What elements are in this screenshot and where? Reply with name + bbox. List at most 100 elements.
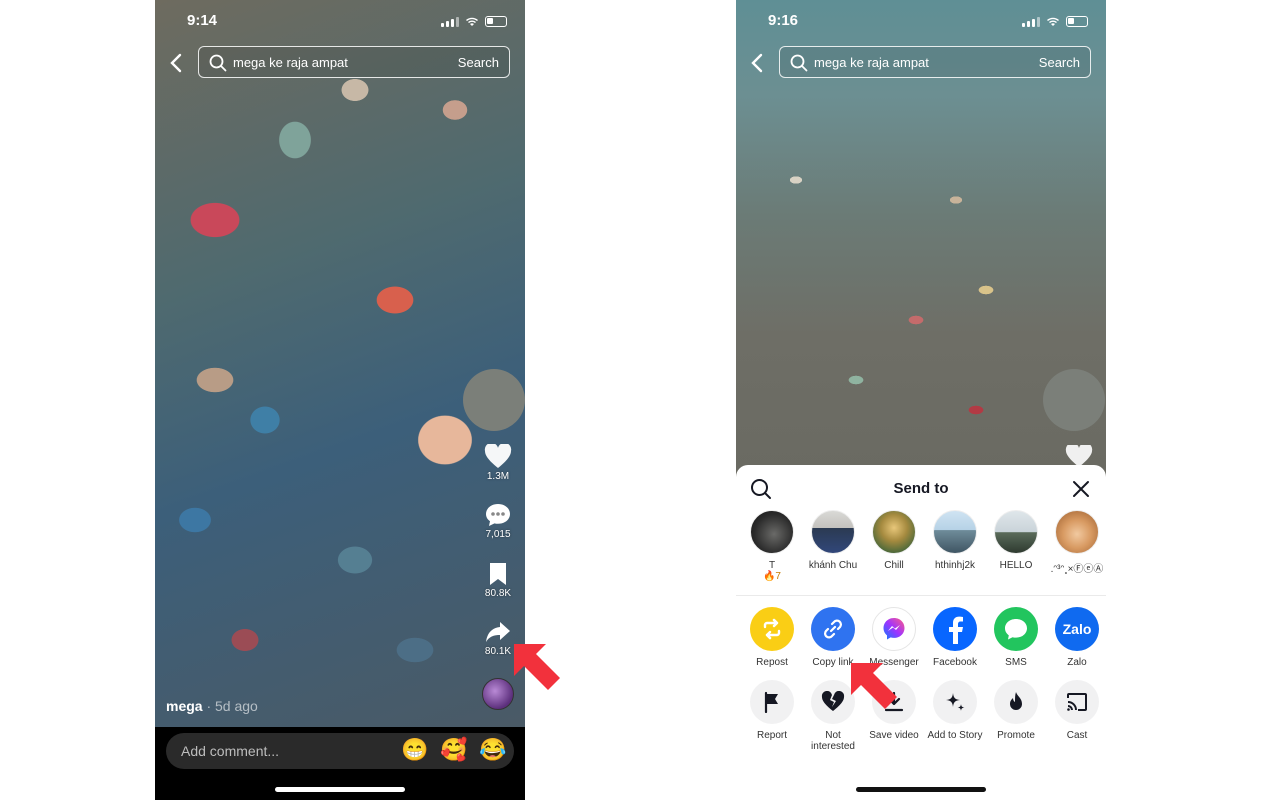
share-label: SMS <box>1005 657 1027 668</box>
zalo-button[interactable]: Zalo Zalo <box>1046 607 1106 668</box>
home-indicator <box>275 787 405 792</box>
facebook-button[interactable]: Facebook <box>924 607 986 668</box>
streak-badge: 🔥7 <box>762 571 781 582</box>
sms-bubble-icon <box>994 607 1038 651</box>
avatar <box>872 510 916 554</box>
search-bar[interactable]: mega ke raja ampat Search <box>779 46 1091 78</box>
share-label: Zalo <box>1067 657 1087 668</box>
search-button[interactable]: Search <box>1039 55 1080 70</box>
contact-item[interactable]: Chill <box>863 510 925 571</box>
wifi-icon <box>466 17 478 26</box>
link-icon <box>811 607 855 651</box>
status-bar: 9:14 <box>155 12 525 32</box>
contact-item[interactable]: hthinhj2k <box>924 510 986 571</box>
report-button[interactable]: Report <box>741 680 803 741</box>
search-icon <box>790 54 808 72</box>
battery-icon <box>485 16 507 27</box>
facebook-icon <box>933 607 977 651</box>
comment-button[interactable]: 7,015 <box>473 502 523 540</box>
emoji-grin[interactable]: 😁 <box>401 737 428 763</box>
flag-icon <box>750 680 794 724</box>
emoji-smiling-hearts[interactable]: 🥰 <box>440 737 467 763</box>
status-bar: 9:16 <box>736 12 1106 32</box>
share-label: Add to Story <box>927 730 983 741</box>
heart-icon <box>484 444 512 468</box>
bookmark-icon <box>490 563 506 585</box>
close-icon[interactable] <box>1070 478 1092 500</box>
highlight-arrow-icon <box>514 644 560 690</box>
cellular-signal-icon <box>1022 16 1040 27</box>
back-chevron-icon[interactable] <box>167 52 187 74</box>
share-label: Save video <box>869 730 919 741</box>
cellular-signal-icon <box>441 16 459 27</box>
repost-icon <box>750 607 794 651</box>
messenger-icon <box>872 607 916 651</box>
contact-item[interactable]: khánh Chu <box>802 510 864 571</box>
avatar <box>994 510 1038 554</box>
contact-item[interactable]: .ᵔ³ᵔ˳×ⒻⓔⒶ <box>1046 510 1106 575</box>
like-button[interactable]: 1.3M <box>473 444 523 482</box>
contact-item[interactable]: T 🔥7 <box>741 510 803 582</box>
share-label: Not interested <box>811 730 855 752</box>
emoji-tears-of-joy[interactable]: 😂 <box>479 737 506 763</box>
like-count: 1.3M <box>486 471 510 482</box>
avatar <box>750 510 794 554</box>
flame-icon <box>994 680 1038 724</box>
status-icons <box>1022 16 1088 27</box>
bookmark-count: 80.8K <box>484 588 512 599</box>
comment-icon <box>486 504 510 526</box>
promote-button[interactable]: Promote <box>985 680 1047 741</box>
share-sheet: Send to T 🔥7 khánh Chu Chill hthinhj2k H… <box>736 465 1106 800</box>
contact-name: T <box>768 560 776 571</box>
status-time: 9:14 <box>187 12 218 29</box>
share-label: Facebook <box>933 657 977 668</box>
battery-icon <box>1066 16 1088 27</box>
add-to-story-button[interactable]: Add to Story <box>924 680 986 741</box>
cast-icon <box>1055 680 1099 724</box>
highlight-arrow-icon <box>851 663 897 709</box>
contact-name: hthinhj2k <box>934 560 976 571</box>
comment-placeholder: Add comment... <box>181 743 280 759</box>
search-query[interactable]: mega ke raja ampat <box>814 55 929 70</box>
avatar <box>933 510 977 554</box>
heart-icon[interactable] <box>1065 445 1093 467</box>
repost-button[interactable]: Repost <box>741 607 803 668</box>
contact-item[interactable]: HELLO <box>985 510 1047 571</box>
share-screen: 9:16 mega ke raja ampat Search Send to T <box>736 0 1106 800</box>
zalo-wordmark: Zalo <box>1062 621 1092 637</box>
contact-name: khánh Chu <box>808 560 858 571</box>
sparkle-icon <box>933 680 977 724</box>
contact-name: HELLO <box>999 560 1033 571</box>
video-screen: 9:14 mega ke raja ampat Search 1.3M 7,01… <box>155 0 525 800</box>
creator-avatar[interactable] <box>463 369 525 431</box>
avatar <box>1055 510 1099 554</box>
divider <box>736 595 1106 596</box>
contact-name: Chill <box>884 560 904 571</box>
wifi-icon <box>1047 17 1059 26</box>
sms-button[interactable]: SMS <box>985 607 1047 668</box>
sheet-title: Send to <box>893 480 949 497</box>
zalo-icon: Zalo <box>1055 607 1099 651</box>
comment-count: 7,015 <box>485 529 511 540</box>
search-query[interactable]: mega ke raja ampat <box>233 55 348 70</box>
search-bar[interactable]: mega ke raja ampat Search <box>198 46 510 78</box>
search-icon <box>209 54 227 72</box>
video-author-line: mega · 5d ago <box>166 698 258 714</box>
avatar <box>811 510 855 554</box>
share-label: Promote <box>997 730 1035 741</box>
search-button[interactable]: Search <box>458 55 499 70</box>
cast-button[interactable]: Cast <box>1046 680 1106 741</box>
share-label: Cast <box>1066 730 1088 741</box>
share-label: Report <box>756 730 787 741</box>
creator-avatar[interactable] <box>1043 369 1105 431</box>
video-player[interactable] <box>155 0 525 727</box>
post-time: · 5d ago <box>206 698 258 714</box>
bookmark-button[interactable]: 80.8K <box>473 561 523 599</box>
status-icons <box>441 16 507 27</box>
home-indicator <box>856 787 986 792</box>
back-chevron-icon[interactable] <box>748 52 768 74</box>
comment-input[interactable]: Add comment... 😁 🥰 😂 <box>166 733 514 769</box>
tutorial-canvas: 9:14 mega ke raja ampat Search 1.3M 7,01… <box>0 0 1280 800</box>
share-label: Repost <box>756 657 788 668</box>
author-name[interactable]: mega <box>166 698 203 714</box>
